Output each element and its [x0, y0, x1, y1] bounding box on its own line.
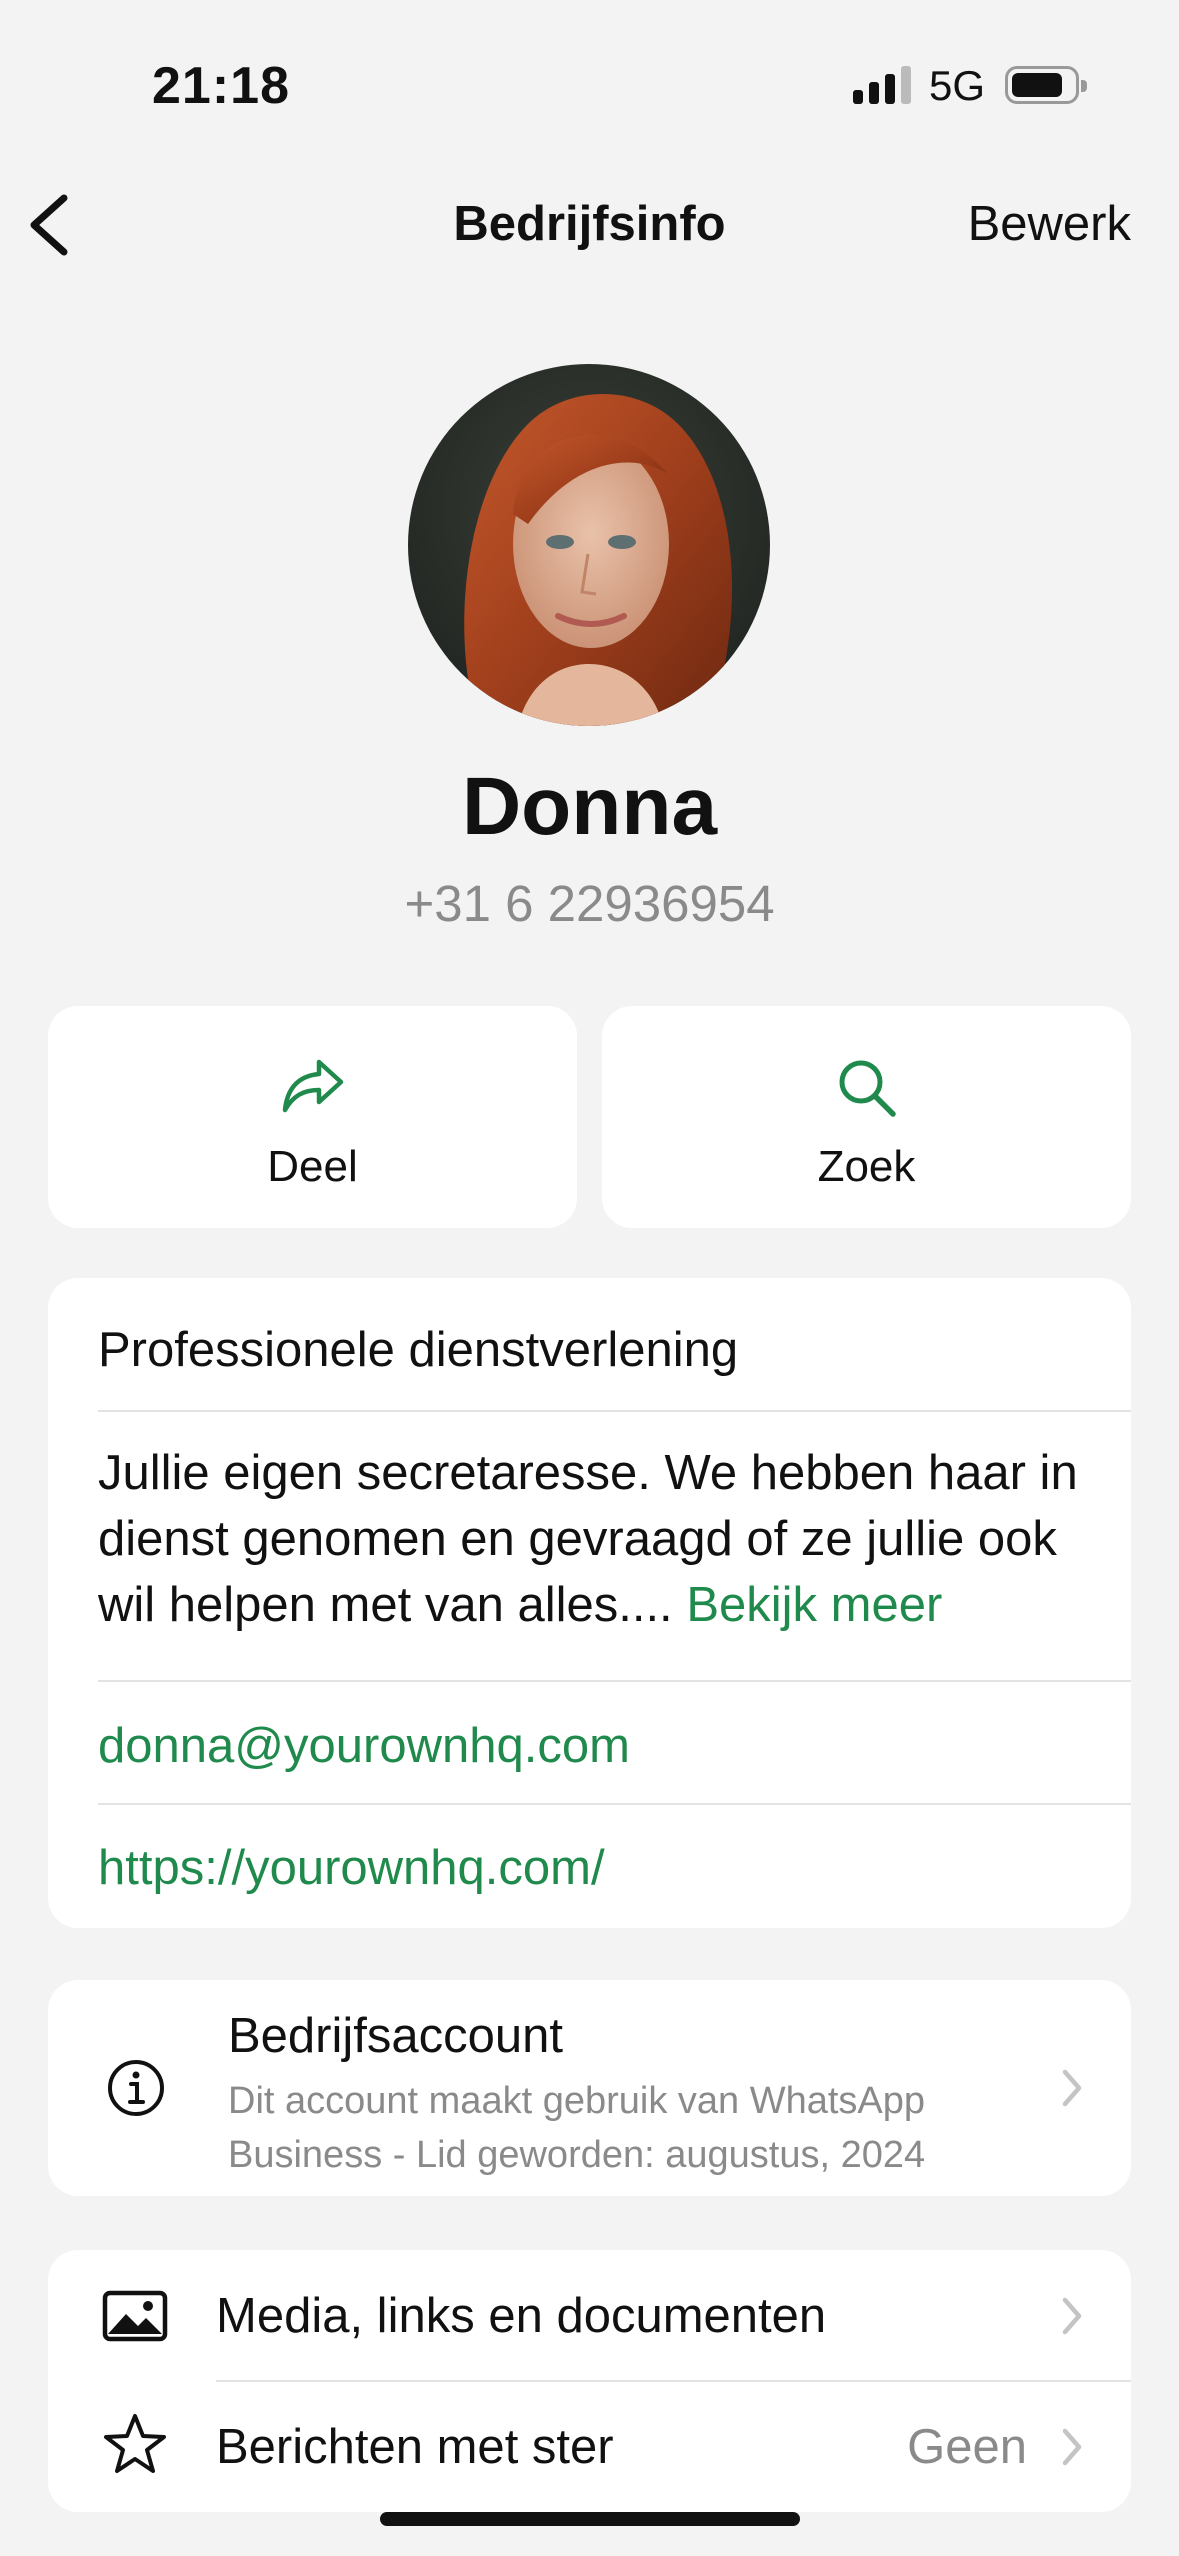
see-more-link[interactable]: Bekijk meer	[686, 1578, 942, 1632]
search-button[interactable]: Zoek	[602, 1006, 1131, 1228]
status-time: 21:18	[152, 57, 290, 115]
chevron-right-icon	[1062, 2428, 1082, 2466]
image-icon	[102, 2290, 168, 2342]
business-details-card: Professionele dienstverlening Jullie eig…	[48, 1278, 1131, 1928]
divider	[98, 1803, 1131, 1805]
network-type: 5G	[928, 62, 985, 109]
business-category: Professionele dienstverlening	[98, 1323, 739, 1377]
chevron-right-icon	[1062, 2069, 1082, 2107]
signal-icon	[852, 64, 911, 104]
media-card: Media, links en documenten Berichten met…	[48, 2250, 1131, 2512]
search-label: Zoek	[817, 1142, 916, 1191]
subtitle-line: Business - Lid geworden: augustus, 2024	[228, 2134, 926, 2176]
media-links-docs-row[interactable]: Media, links en documenten	[48, 2250, 1131, 2381]
share-arrow-icon	[282, 1059, 343, 1113]
business-account-title: Bedrijfsaccount	[228, 2009, 564, 2063]
divider	[98, 1680, 1131, 1682]
share-label: Deel	[267, 1142, 358, 1191]
search-icon	[839, 1060, 896, 1117]
contact-phone: +31 6 22936954	[404, 875, 775, 932]
subtitle-line: Dit account maakt gebruik van WhatsApp	[228, 2080, 926, 2122]
starred-messages-label: Berichten met ster	[216, 2420, 614, 2474]
home-indicator[interactable]	[380, 2512, 800, 2526]
business-account-subtitle: Dit account maakt gebruik van WhatsApp B…	[228, 2074, 1028, 2182]
star-icon	[104, 2414, 166, 2473]
status-indicators: 5G	[852, 62, 1087, 110]
info-icon	[108, 2060, 164, 2116]
starred-messages-count: Geen	[907, 2420, 1027, 2474]
media-links-docs-label: Media, links en documenten	[216, 2289, 827, 2343]
edit-button[interactable]: Bewerk	[968, 196, 1131, 252]
share-button[interactable]: Deel	[48, 1006, 577, 1228]
profile-photo	[408, 364, 770, 726]
business-description[interactable]: Jullie eigen secretaresse. We hebben haa…	[98, 1440, 1081, 1638]
battery-icon	[1005, 66, 1087, 104]
website-link[interactable]: https://yourownhq.com/	[98, 1840, 605, 1896]
chevron-right-icon	[1062, 2297, 1082, 2335]
starred-messages-row[interactable]: Berichten met ster Geen	[48, 2381, 1131, 2512]
business-info-screen: 21:18 5G Bedrijfsinfo Bewerk Donna +31 6…	[0, 0, 1179, 2556]
contact-name: Donna	[461, 761, 718, 852]
email-link[interactable]: donna@yourownhq.com	[98, 1718, 630, 1774]
business-account-row[interactable]: Bedrijfsaccount Dit account maakt gebrui…	[48, 1980, 1131, 2196]
divider	[98, 1410, 1131, 1412]
avatar[interactable]	[408, 364, 770, 726]
